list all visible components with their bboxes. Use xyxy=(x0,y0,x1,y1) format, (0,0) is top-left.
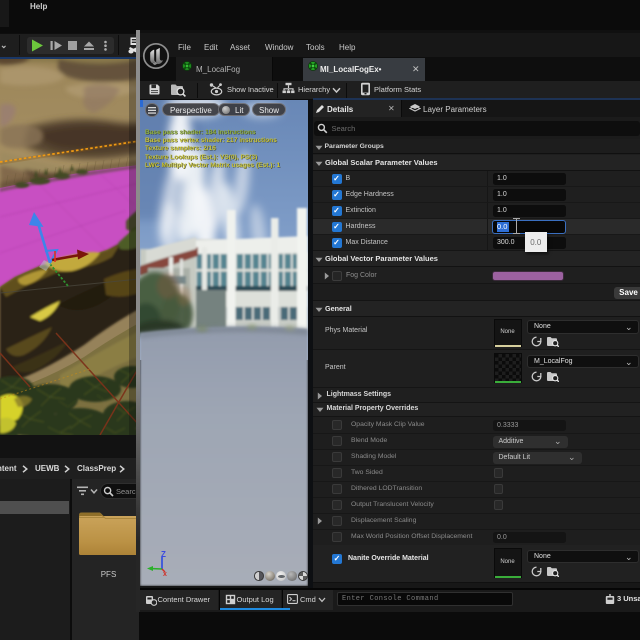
svg-text:x: x xyxy=(163,571,167,576)
